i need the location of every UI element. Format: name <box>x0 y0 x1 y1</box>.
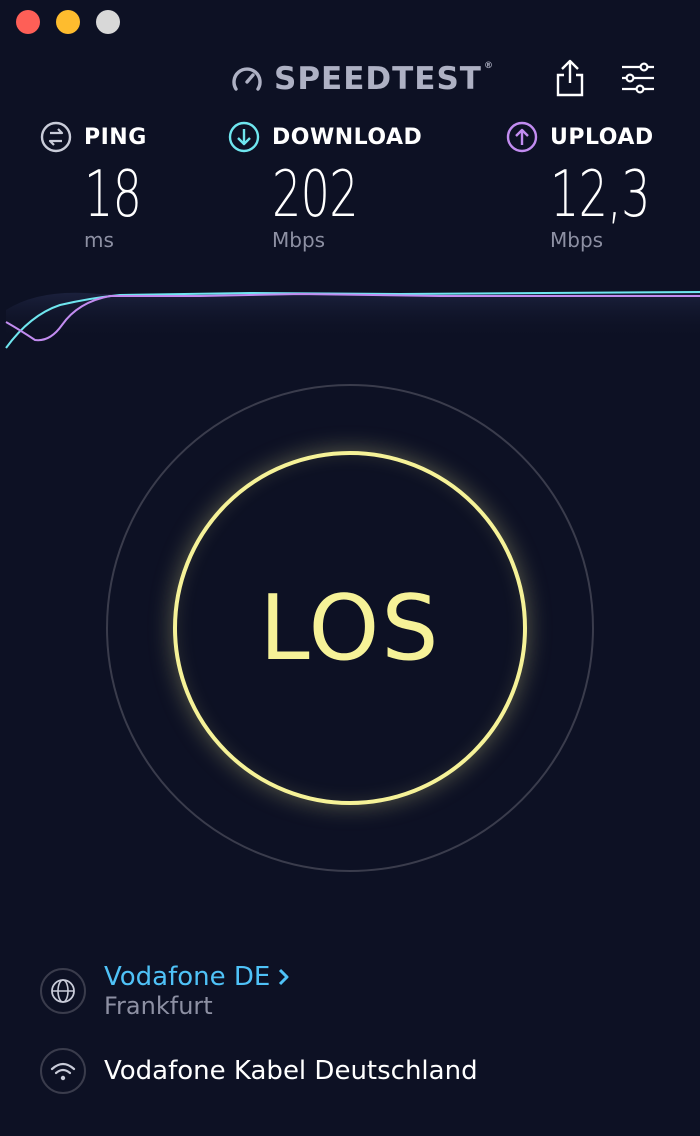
upload-value: 12,3 <box>550 158 650 232</box>
server-info: Vodafone DE Frankfurt <box>40 962 290 1020</box>
download-label: DOWNLOAD <box>272 124 423 150</box>
upload-metric: UPLOAD 12,3 Mbps <box>506 118 689 252</box>
server-name: Vodafone DE <box>104 962 271 992</box>
ping-metric: PING 18 ms <box>40 118 163 252</box>
ping-value: 18 <box>84 158 142 232</box>
registered-mark: ® <box>483 61 494 71</box>
brand-name: SPEEDTEST ® <box>274 61 494 97</box>
window-minimize-button[interactable] <box>56 10 80 34</box>
ping-icon <box>40 121 72 153</box>
share-button[interactable] <box>548 56 592 100</box>
download-metric: DOWNLOAD 202 Mbps <box>228 118 422 252</box>
upload-label: UPLOAD <box>550 124 654 150</box>
window-close-button[interactable] <box>16 10 40 34</box>
server-link[interactable]: Vodafone DE <box>104 962 290 992</box>
speedtest-logo: SPEEDTEST ® <box>230 60 494 98</box>
server-city: Frankfurt <box>104 992 213 1020</box>
settings-button[interactable] <box>616 56 660 100</box>
start-test-label: LOS <box>259 575 441 681</box>
ping-label: PING <box>84 124 147 150</box>
chevron-right-icon <box>279 968 289 986</box>
speedometer-icon <box>232 67 262 91</box>
provider-name: Vodafone Kabel Deutschland <box>104 1056 478 1086</box>
share-icon <box>556 59 584 97</box>
globe-icon <box>40 968 86 1014</box>
window-maximize-button[interactable] <box>96 10 120 34</box>
wifi-icon <box>40 1048 86 1094</box>
download-value: 202 <box>272 158 359 232</box>
start-test-button[interactable]: LOS <box>173 451 527 805</box>
download-icon <box>228 121 260 153</box>
provider-info: Vodafone Kabel Deutschland <box>40 1048 478 1094</box>
speed-history-graph <box>5 291 700 349</box>
upload-icon <box>506 121 538 153</box>
settings-sliders-icon <box>622 62 654 94</box>
